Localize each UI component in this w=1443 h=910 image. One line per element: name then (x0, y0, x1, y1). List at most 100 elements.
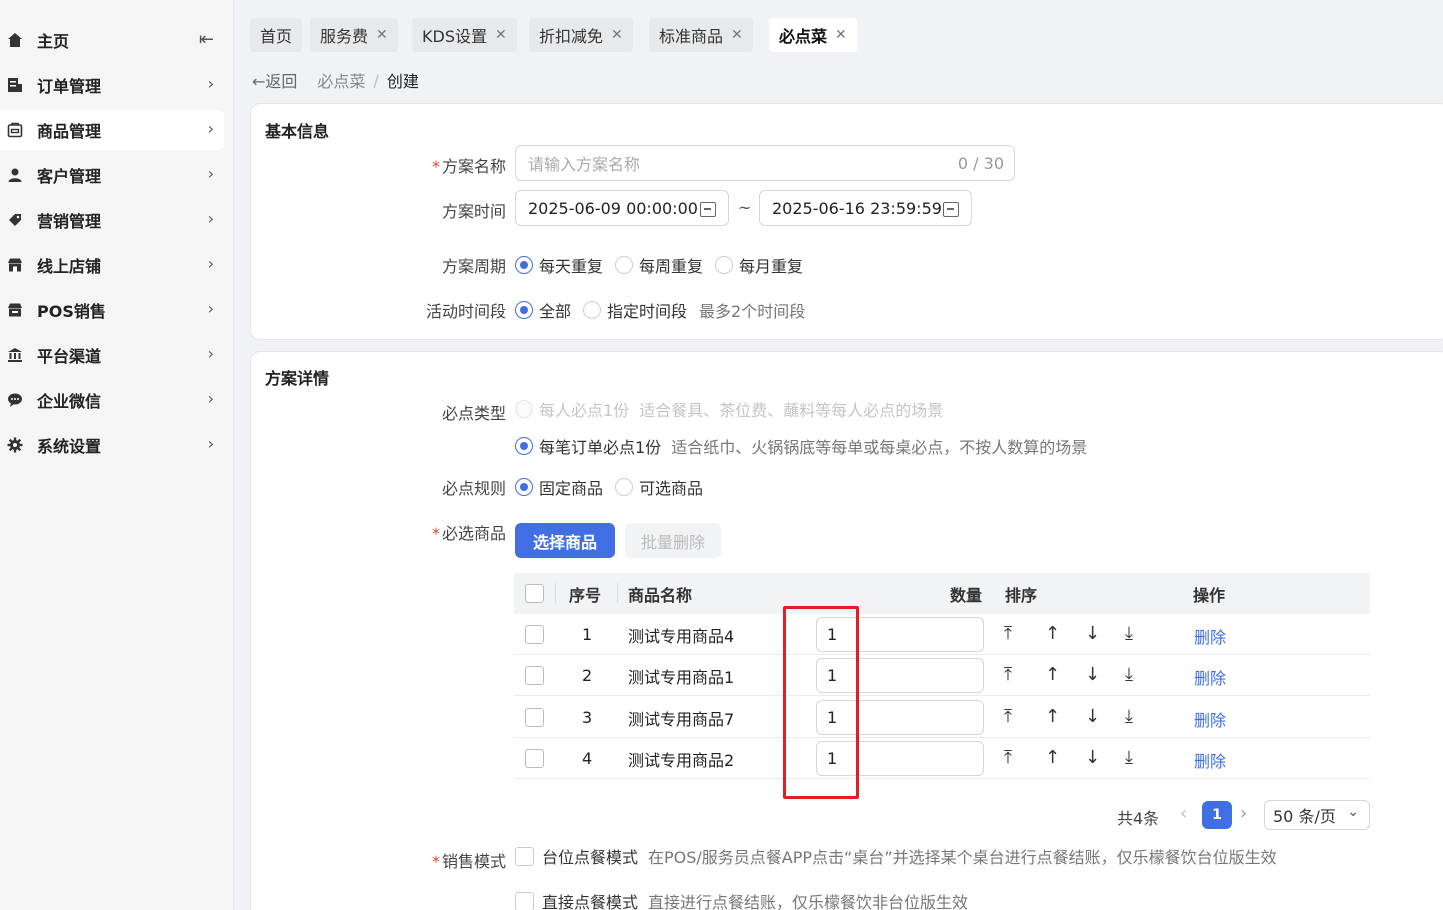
select-all-checkbox[interactable] (525, 573, 544, 614)
breadcrumb-current: 创建 (386, 72, 419, 91)
activity-period-radio-group: 全部 指定时间段 最多2个时间段 (515, 298, 805, 322)
type-option-label: 每人必点1份 (539, 401, 630, 420)
rule-option-optional[interactable]: 可选商品 (615, 475, 703, 499)
sidebar-item-goods[interactable]: 商品管理 › (0, 110, 224, 150)
move-down-icon[interactable]: ↓ (1085, 747, 1100, 768)
delete-link[interactable]: 删除 (1194, 748, 1226, 772)
back-link[interactable]: ←返回 (252, 68, 297, 92)
sidebar-item-customers[interactable]: 客户管理 › (0, 155, 224, 195)
sidebar-item-wecom[interactable]: 企业微信 › (0, 380, 224, 420)
tab-required-dishes[interactable]: 必点菜 ✕ (769, 18, 857, 52)
table-row: 4 测试专用商品2 1 ⤒ ↑ ↓ ⤓ 删除 (514, 738, 1370, 779)
sidebar-item-home[interactable]: 主页 ⇤ (0, 20, 224, 60)
sidebar-item-platform-channels[interactable]: 平台渠道 › (0, 335, 224, 375)
move-up-icon[interactable]: ↑ (1045, 747, 1060, 768)
tab-home[interactable]: 首页 (250, 18, 303, 52)
header-index: 序号 (569, 585, 602, 605)
tab-standard-goods[interactable]: 标准商品 ✕ (649, 18, 753, 52)
period-option-all[interactable]: 全部 (515, 298, 571, 322)
quantity-input[interactable]: 1 (816, 700, 984, 735)
page-size-select[interactable]: 50 条/页 ⌄ (1264, 800, 1370, 830)
period-option-specified[interactable]: 指定时间段 (583, 298, 687, 322)
quantity-value: 1 (827, 749, 838, 768)
sale-mode-option-label: 台位点餐模式 (542, 848, 639, 867)
quantity-input[interactable]: 1 (816, 617, 984, 652)
sale-mode-option-hint: 在POS/服务员点餐APP点击“桌台”并选择某个桌台进行点餐结账，仅乐檬餐饮台位… (648, 848, 1277, 867)
quantity-input[interactable]: 1 (816, 741, 984, 776)
move-bottom-icon[interactable]: ⤓ (1125, 706, 1133, 727)
move-bottom-icon[interactable]: ⤓ (1125, 747, 1133, 768)
radio-checked (515, 437, 533, 455)
close-icon[interactable]: ✕ (495, 27, 507, 43)
end-time-input[interactable]: 2025-06-16 23:59:59 (759, 190, 972, 226)
next-page-icon[interactable]: › (1240, 803, 1247, 824)
chevron-right-icon: › (207, 389, 214, 408)
move-up-icon[interactable]: ↑ (1045, 706, 1060, 727)
sale-mode-checkbox[interactable] (515, 846, 534, 866)
page-number-current[interactable]: 1 (1202, 801, 1232, 829)
sidebar-item-online-store[interactable]: 线上店铺 › (0, 245, 224, 285)
select-goods-button[interactable]: 选择商品 (515, 523, 615, 558)
tab-service-fee[interactable]: 服务费 ✕ (310, 18, 398, 52)
row-checkbox[interactable] (525, 697, 544, 738)
move-bottom-icon[interactable]: ⤓ (1125, 664, 1133, 685)
pos-icon (7, 302, 23, 318)
close-icon[interactable]: ✕ (835, 27, 847, 43)
sidebar-item-orders[interactable]: 订单管理 › (0, 65, 224, 105)
collapse-sidebar-icon[interactable]: ⇤ (199, 29, 214, 50)
sale-mode-checkbox[interactable] (515, 891, 534, 910)
calendar-icon (943, 202, 959, 217)
move-top-icon[interactable]: ⤒ (1004, 623, 1012, 644)
rule-option-fixed[interactable]: 固定商品 (515, 475, 603, 499)
delete-link[interactable]: 删除 (1194, 624, 1226, 648)
row-checkbox[interactable] (525, 655, 544, 696)
move-bottom-icon[interactable]: ⤓ (1125, 623, 1133, 644)
sidebar-item-settings[interactable]: 系统设置 › (0, 425, 224, 465)
table-row: 2 测试专用商品1 1 ⤒ ↑ ↓ ⤓ 删除 (514, 655, 1370, 696)
plan-time-label: 方案时间 (441, 202, 506, 221)
sale-mode-direct[interactable]: 直接点餐模式 直接进行点餐结账，仅乐檬餐饮非台位版生效 (515, 889, 968, 910)
sidebar-item-pos[interactable]: POS销售 › (0, 290, 224, 330)
breadcrumb-parent[interactable]: 必点菜 (317, 68, 365, 92)
move-down-icon[interactable]: ↓ (1085, 623, 1100, 644)
sidebar-item-marketing[interactable]: 营销管理 › (0, 200, 224, 240)
type-option-hint: 适合餐具、茶位费、蘸料等每人必点的场景 (639, 401, 944, 420)
sale-mode-table[interactable]: 台位点餐模式 在POS/服务员点餐APP点击“桌台”并选择某个桌台进行点餐结账，… (515, 844, 1277, 868)
row-checkbox[interactable] (525, 738, 544, 779)
move-top-icon[interactable]: ⤒ (1004, 706, 1012, 727)
prev-page-icon[interactable]: ‹ (1180, 803, 1187, 824)
move-top-icon[interactable]: ⤒ (1004, 747, 1012, 768)
delete-link[interactable]: 删除 (1194, 707, 1226, 731)
chat-icon (7, 392, 23, 408)
type-option-per-order[interactable]: 每笔订单必点1份 适合纸巾、火锅锅底等每单或每桌必点，不按人数算的场景 (515, 434, 1087, 458)
chevron-right-icon: › (207, 434, 214, 453)
radio-unchecked (615, 256, 634, 274)
tab-discount[interactable]: 折扣减免 ✕ (529, 18, 633, 52)
batch-delete-button: 批量删除 (625, 523, 721, 558)
cycle-option-weekly[interactable]: 每周重复 (615, 253, 703, 277)
start-time-input[interactable]: 2025-06-09 00:00:00 (515, 190, 729, 226)
close-icon[interactable]: ✕ (611, 27, 623, 43)
tab-kds-settings[interactable]: KDS设置 ✕ (412, 18, 517, 52)
back-label: 返回 (265, 72, 298, 91)
cycle-option-monthly[interactable]: 每月重复 (715, 253, 803, 277)
delete-link[interactable]: 删除 (1194, 665, 1226, 689)
move-top-icon[interactable]: ⤒ (1004, 664, 1012, 685)
chevron-right-icon: › (207, 254, 214, 273)
close-icon[interactable]: ✕ (376, 27, 388, 43)
move-down-icon[interactable]: ↓ (1085, 706, 1100, 727)
plan-name-input[interactable]: 请输入方案名称 0 / 30 (515, 145, 1015, 181)
cycle-option-daily[interactable]: 每天重复 (515, 253, 603, 277)
radio-checked (515, 256, 533, 274)
required-rule-label: 必点规则 (441, 479, 506, 498)
radio-unchecked (615, 478, 634, 496)
chevron-down-icon: ⌄ (1347, 804, 1359, 820)
move-up-icon[interactable]: ↑ (1045, 664, 1060, 685)
move-down-icon[interactable]: ↓ (1085, 664, 1100, 685)
close-icon[interactable]: ✕ (731, 27, 743, 43)
chevron-right-icon: › (207, 74, 214, 93)
quantity-input[interactable]: 1 (816, 658, 984, 693)
row-index: 1 (582, 625, 593, 644)
move-up-icon[interactable]: ↑ (1045, 623, 1060, 644)
row-checkbox[interactable] (525, 614, 544, 655)
